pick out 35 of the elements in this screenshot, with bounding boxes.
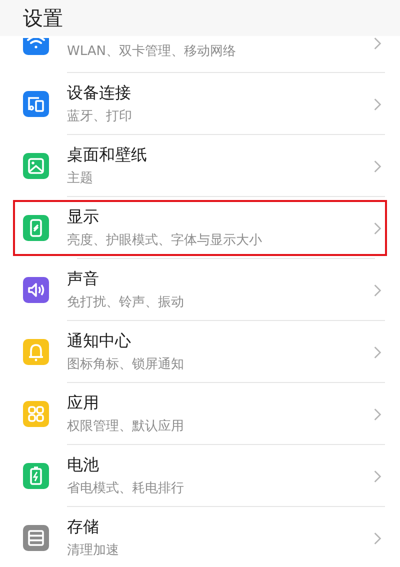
chevron-right-icon xyxy=(373,468,382,484)
chevron-right-icon xyxy=(373,406,382,422)
item-subtitle: WLAN、双卡管理、移动网络 xyxy=(67,43,238,60)
settings-item[interactable]: 设备连接 蓝牙、打印 xyxy=(0,73,400,135)
item-subtitle: 清理加速 xyxy=(67,542,120,559)
chevron-right-icon xyxy=(373,158,382,174)
item-subtitle: 省电模式、耗电排行 xyxy=(67,480,185,497)
settings-item[interactable]: 显示 亮度、护眼模式、字体与显示大小 xyxy=(10,197,390,259)
item-subtitle: 免打扰、铃声、振动 xyxy=(67,294,185,311)
settings-item[interactable]: 桌面和壁纸 主题 xyxy=(0,135,400,197)
item-title: 电池 xyxy=(67,455,100,476)
chevron-right-icon xyxy=(373,282,382,298)
item-title: 显示 xyxy=(67,207,100,228)
item-subtitle: 蓝牙、打印 xyxy=(67,108,133,125)
item-subtitle: 主题 xyxy=(67,170,94,187)
item-title: 桌面和壁纸 xyxy=(67,145,148,166)
chevron-right-icon xyxy=(373,344,382,360)
item-subtitle: 亮度、护眼模式、字体与显示大小 xyxy=(67,232,263,249)
item-subtitle: 图标角标、锁屏通知 xyxy=(67,356,185,373)
item-subtitle: 权限管理、默认应用 xyxy=(67,418,185,435)
chevron-right-icon xyxy=(373,96,382,112)
item-title: 通知中心 xyxy=(67,331,132,352)
settings-item[interactable]: 声音 免打扰、铃声、振动 xyxy=(0,259,400,321)
page-title: 设置 xyxy=(23,4,63,32)
item-title: 设备连接 xyxy=(67,83,132,104)
settings-item[interactable]: 存储 清理加速 xyxy=(0,507,400,567)
chevron-right-icon xyxy=(373,220,382,236)
settings-item[interactable]: 通知中心 图标角标、锁屏通知 xyxy=(0,321,400,383)
item-title: 存储 xyxy=(67,517,100,538)
chevron-right-icon xyxy=(373,530,382,546)
chevron-right-icon xyxy=(373,36,382,51)
settings-item[interactable]: 应用 权限管理、默认应用 xyxy=(0,383,400,445)
item-title: 应用 xyxy=(67,393,100,414)
settings-item[interactable]: 电池 省电模式、耗电排行 xyxy=(0,445,400,507)
item-title: 声音 xyxy=(67,269,100,290)
